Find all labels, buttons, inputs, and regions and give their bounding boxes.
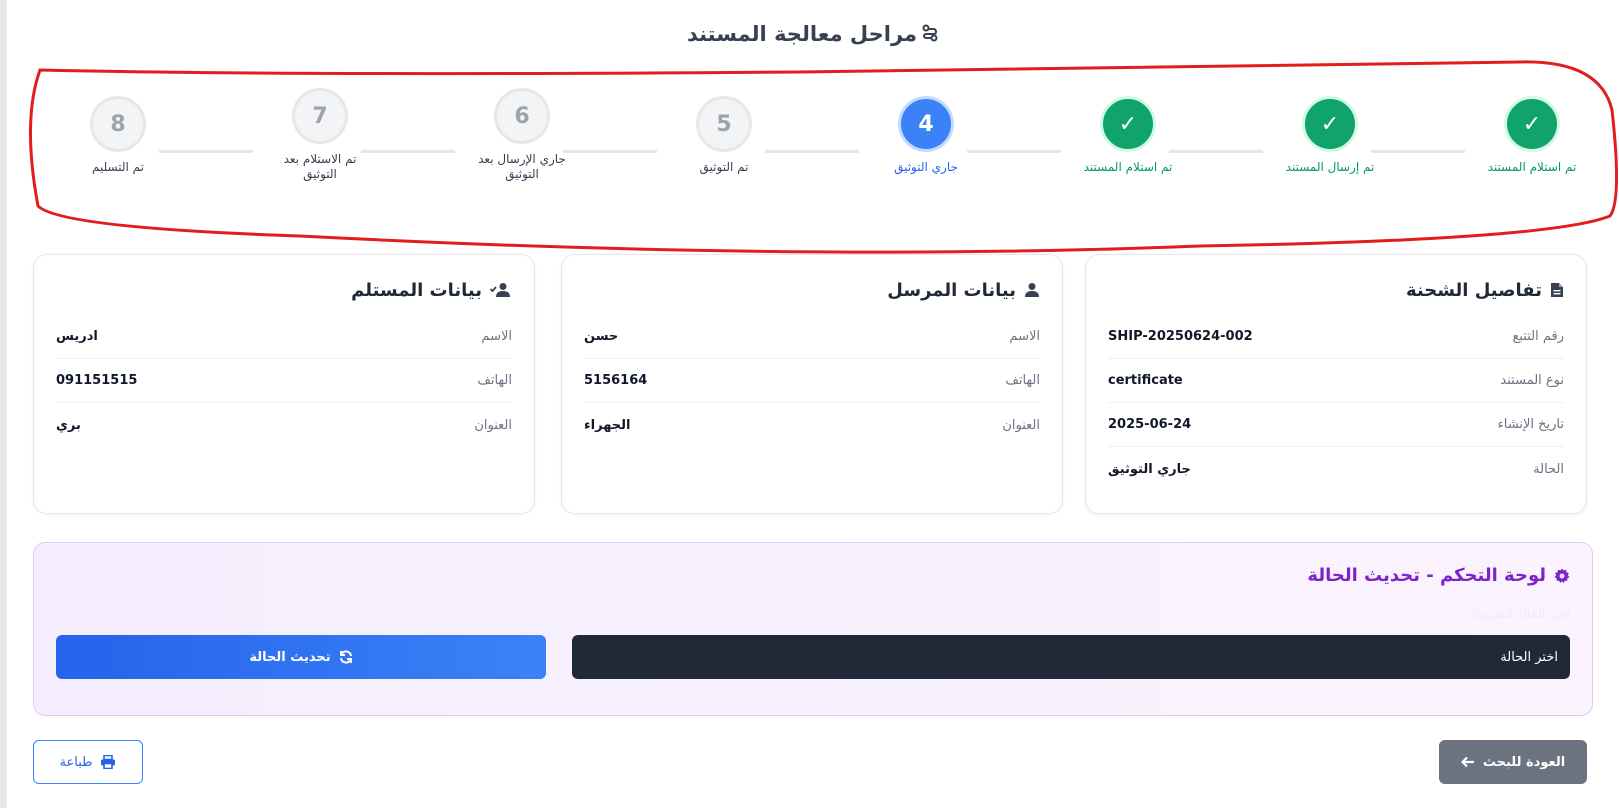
row-label: تاريخ الإنشاء	[1497, 417, 1564, 432]
document-tracking-page: مراحل معالجة المستند ✓ تم استلام المستند…	[6, 0, 1619, 808]
step-label: تم الاستلام بعد التوثيق	[283, 152, 357, 181]
update-status-label: تحديث الحالة	[249, 649, 331, 665]
page-title: مراحل معالجة المستند	[7, 22, 1619, 47]
status-select-label: اختر الحالة الجديدة:	[1471, 607, 1570, 621]
status-select-value: اختر الحالة	[1500, 649, 1558, 665]
step-7: 7 تم الاستلام بعد التوثيق	[245, 88, 395, 182]
refresh-icon	[339, 650, 352, 664]
info-row: الاسم حسن	[584, 315, 1040, 359]
info-row: نوع المستند certificate	[1108, 359, 1564, 403]
route-icon	[921, 23, 939, 47]
step-label: جاري الإرسال بعد التوثيق	[478, 152, 566, 181]
step-label: جاري التوثيق	[894, 160, 958, 174]
step-5: 5 تم التوثيق	[649, 96, 799, 175]
user-icon	[1025, 283, 1039, 297]
row-label: رقم التتبع	[1512, 329, 1564, 344]
document-icon	[1551, 283, 1563, 297]
row-label: الاسم	[1009, 329, 1040, 344]
row-label: العنوان	[1002, 417, 1040, 433]
step-number: 8	[90, 96, 146, 152]
step-8: 8 تم التسليم	[43, 96, 193, 175]
check-icon: ✓	[1302, 96, 1358, 152]
card-title-text: بيانات المستلم	[351, 279, 482, 301]
step-2: ✓ تم إرسال المستند	[1255, 96, 1405, 175]
check-icon: ✓	[1504, 96, 1560, 152]
card-title-text: تفاصيل الشحنة	[1405, 279, 1542, 301]
card-title: بيانات المستلم	[56, 275, 512, 305]
row-label: العنوان	[474, 417, 512, 433]
step-label: تم استلام المستند	[1083, 160, 1173, 174]
tracking-number: SHIP-20250624-002	[1108, 329, 1253, 344]
info-row: رقم التتبع SHIP-20250624-002	[1108, 315, 1564, 359]
info-row: الحالة جاري التوثيق	[1108, 447, 1564, 491]
panel-title: لوحة التحكم - تحديث الحالة	[1307, 565, 1570, 586]
update-status-button[interactable]: تحديث الحالة	[56, 635, 546, 679]
step-3: ✓ تم استلام المستند	[1053, 96, 1203, 175]
user-check-icon	[490, 283, 510, 297]
step-4: 4 جاري التوثيق	[851, 96, 1001, 175]
info-row: الاسم ادريس	[56, 315, 512, 359]
status-select[interactable]: اختر الحالة	[572, 635, 1570, 679]
shipment-details-card: تفاصيل الشحنة رقم التتبع SHIP-20250624-00…	[1085, 254, 1587, 514]
card-title-text: بيانات المرسل	[887, 279, 1016, 301]
card-title: بيانات المرسل	[584, 275, 1040, 305]
row-label: الحالة	[1533, 461, 1564, 477]
gear-icon	[1554, 568, 1570, 583]
receiver-phone: 091151515	[56, 373, 138, 388]
step-1: ✓ تم استلام المستند	[1457, 96, 1607, 175]
sender-address: الجهراء	[584, 417, 631, 433]
back-to-search-label: العودة للبحث	[1482, 754, 1566, 770]
back-to-search-button[interactable]: العودة للبحث	[1439, 740, 1587, 784]
info-row: الهاتف 091151515	[56, 359, 512, 403]
receiver-card: بيانات المستلم الاسم ادريس الهاتف 09115151…	[33, 254, 535, 514]
print-label: طباعة	[59, 754, 93, 770]
row-label: الاسم	[481, 329, 512, 344]
step-label: تم إرسال المستند	[1285, 160, 1375, 174]
step-6: 6 جاري الإرسال بعد التوثيق	[447, 88, 597, 182]
sender-phone: 5156164	[584, 373, 648, 388]
step-number: 5	[696, 96, 752, 152]
check-icon: ✓	[1100, 96, 1156, 152]
progress-stepper: ✓ تم استلام المستند ✓ تم إرسال المستند ✓…	[33, 88, 1593, 216]
step-number: 6	[494, 88, 550, 144]
step-label: تم التوثيق	[699, 160, 749, 174]
row-label: الهاتف	[477, 373, 512, 388]
step-label: تم التسليم	[91, 160, 145, 174]
sender-card: بيانات المرسل الاسم حسن الهاتف 5156164 الع…	[561, 254, 1063, 514]
printer-icon	[101, 755, 116, 769]
page-title-text: مراحل معالجة المستند	[686, 22, 918, 46]
control-panel: لوحة التحكم - تحديث الحالة اختر الحالة ا…	[33, 542, 1593, 716]
info-row: تاريخ الإنشاء 2025-06-24	[1108, 403, 1564, 447]
receiver-name: ادريس	[56, 329, 98, 344]
creation-date: 2025-06-24	[1108, 417, 1192, 432]
row-label: نوع المستند	[1500, 373, 1564, 388]
info-row: العنوان بري	[56, 403, 512, 447]
sender-name: حسن	[584, 329, 619, 344]
card-title: تفاصيل الشحنة	[1108, 275, 1564, 305]
step-label: تم استلام المستند	[1487, 160, 1577, 174]
status-value: جاري التوثيق	[1108, 461, 1191, 477]
info-row: العنوان الجهراء	[584, 403, 1040, 447]
print-button[interactable]: طباعة	[33, 740, 143, 784]
document-type: certificate	[1108, 373, 1183, 388]
row-label: الهاتف	[1005, 373, 1040, 388]
step-number: 4	[898, 96, 954, 152]
step-number: 7	[292, 88, 348, 144]
arrow-left-icon	[1460, 756, 1474, 768]
info-row: الهاتف 5156164	[584, 359, 1040, 403]
receiver-address: بري	[56, 417, 81, 433]
panel-title-text: لوحة التحكم - تحديث الحالة	[1307, 565, 1546, 586]
